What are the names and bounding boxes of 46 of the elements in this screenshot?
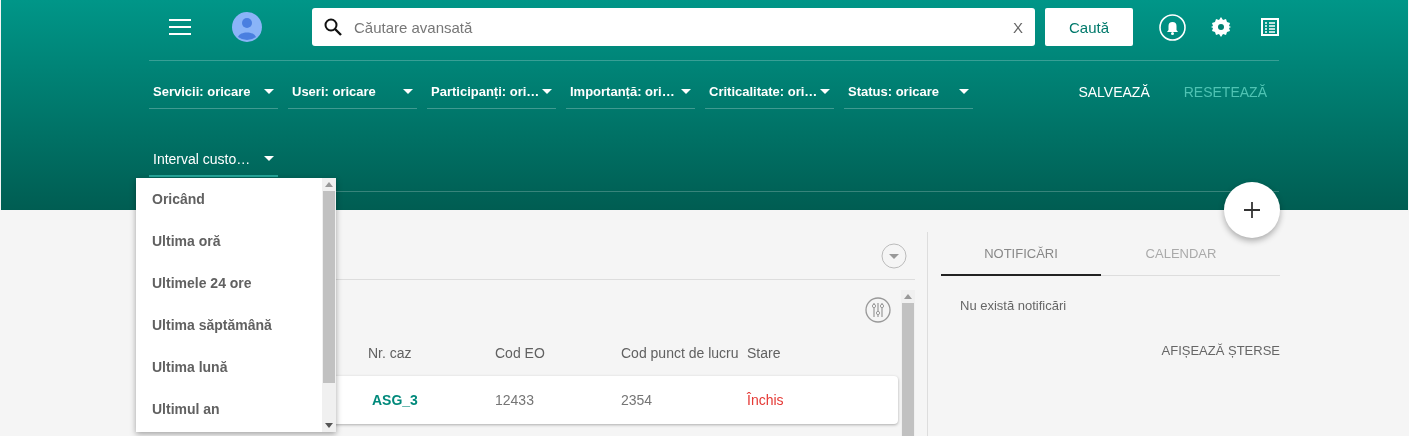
search-field[interactable]: Căutare avansată X bbox=[311, 8, 1036, 46]
filter-dropdown[interactable]: Useri: oricare bbox=[288, 74, 417, 109]
menu-item[interactable]: Ultima săptămână bbox=[136, 304, 322, 346]
column-header: Nr. caz bbox=[368, 345, 413, 361]
bell-icon[interactable] bbox=[1159, 13, 1186, 41]
tab[interactable]: NOTIFICĂRI bbox=[941, 232, 1101, 276]
avatar-icon[interactable] bbox=[232, 12, 262, 42]
menu-icon[interactable] bbox=[169, 19, 191, 35]
expand-icon[interactable] bbox=[881, 242, 907, 269]
list-icon[interactable] bbox=[1261, 18, 1279, 36]
filter-dropdown[interactable]: Status: oricare bbox=[844, 74, 973, 109]
table-cell-text: 2354 bbox=[621, 392, 654, 408]
column-header: Stare bbox=[747, 345, 782, 361]
menu-item[interactable]: Ultima oră bbox=[136, 220, 322, 262]
settings-icon[interactable] bbox=[1211, 17, 1231, 37]
caret-icon bbox=[820, 88, 830, 94]
caret-icon bbox=[403, 88, 413, 94]
filter-dropdown[interactable]: Importanță: ori… bbox=[566, 74, 695, 109]
clear-button[interactable]: X bbox=[1013, 18, 1024, 36]
column-header: Cod punct de lucru bbox=[621, 345, 740, 361]
menu-item[interactable]: Ultimele 24 ore bbox=[136, 262, 322, 304]
caret-icon bbox=[264, 88, 274, 94]
add-button[interactable] bbox=[1224, 182, 1280, 238]
caret-icon bbox=[959, 88, 969, 94]
search-button[interactable]: Caută bbox=[1045, 8, 1133, 46]
scrollbar[interactable] bbox=[322, 178, 336, 432]
sliders-icon[interactable] bbox=[865, 297, 891, 323]
filter-dropdown[interactable]: Criticalitate: ori… bbox=[705, 74, 834, 109]
table-cell-text: 12433 bbox=[495, 392, 535, 408]
scrollbar[interactable] bbox=[901, 290, 915, 436]
filter-dropdown[interactable]: Servicii: oricare bbox=[149, 74, 278, 109]
table-cell[interactable]: ASG_3 bbox=[368, 392, 495, 408]
filter-dropdown[interactable]: Participanți: ori… bbox=[427, 74, 556, 109]
scroll-up-icon[interactable] bbox=[325, 182, 333, 187]
action-button[interactable]: SALVEAZĂ bbox=[1066, 74, 1162, 109]
caret-icon bbox=[264, 156, 274, 161]
column-header: Cod EO bbox=[495, 345, 546, 361]
menu-item[interactable]: Oricând bbox=[136, 178, 322, 220]
search-icon bbox=[323, 18, 342, 36]
show-deleted-link[interactable]: AFIȘEAZĂ ȘTERSE bbox=[1161, 343, 1280, 358]
plus-icon bbox=[1244, 202, 1260, 218]
caret-icon bbox=[542, 88, 552, 94]
empty-message: Nu există notificări bbox=[959, 297, 1068, 313]
scroll-up-icon[interactable] bbox=[904, 294, 912, 299]
caret-icon bbox=[681, 88, 691, 94]
table-cell-text: Închis bbox=[747, 392, 785, 408]
